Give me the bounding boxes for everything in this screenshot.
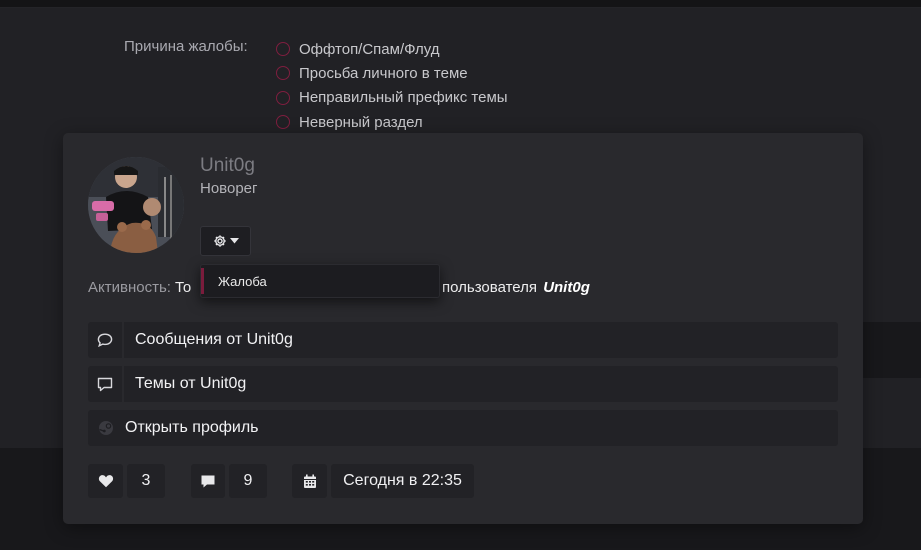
reason-option[interactable]: Оффтоп/Спам/Флуд: [276, 37, 508, 61]
report-reason-list: Оффтоп/Спам/Флуд Просьба личного в теме …: [276, 37, 508, 134]
heart-icon: [98, 475, 113, 488]
activity-label: Активность:: [88, 279, 171, 296]
reason-option[interactable]: Неправильный префикс темы: [276, 86, 508, 110]
reason-option-label: Просьба личного в теме: [299, 64, 468, 82]
last-seen-box: Сегодня в 22:35: [331, 464, 474, 498]
activity-user[interactable]: Unit0g: [543, 279, 590, 296]
radio-button[interactable]: [276, 42, 290, 57]
avatar[interactable]: [88, 157, 184, 253]
comment-filled-icon: [201, 475, 215, 487]
calendar-icon-box: [292, 464, 327, 498]
threads-link[interactable]: Темы от Unit0g: [88, 366, 838, 402]
radio-button[interactable]: [276, 115, 290, 130]
radio-button[interactable]: [276, 66, 290, 81]
steam-icon: [88, 410, 124, 446]
comment-icon: [88, 366, 124, 402]
member-tooltip-card: Unit0g Новорег Активность: То ль пользоват…: [63, 133, 863, 524]
likes-icon-box: [88, 464, 123, 498]
dropdown-accent: [201, 268, 204, 294]
messages-icon-box: [191, 464, 225, 498]
top-bar: [0, 0, 921, 8]
report-reason-label: Причина жалобы:: [124, 38, 248, 55]
radio-button[interactable]: [276, 90, 290, 105]
last-seen: Сегодня в 22:35: [343, 472, 462, 489]
reason-option-label: Неверный раздел: [299, 113, 423, 131]
likes-count: 3: [141, 472, 151, 489]
gear-icon: [213, 235, 226, 247]
messages-link[interactable]: Сообщения от Unit0g: [88, 322, 838, 358]
actions-dropdown-menu: Жалоба: [200, 264, 440, 298]
speech-bubble-icon: [88, 322, 124, 358]
calendar-icon: [303, 474, 316, 488]
caret-down-icon: [229, 238, 239, 244]
reason-option-label: Оффтоп/Спам/Флуд: [299, 40, 440, 58]
user-actions-button[interactable]: [200, 226, 251, 256]
messages-count-box: 9: [229, 464, 267, 498]
open-profile-label: Открыть профиль: [125, 419, 259, 436]
messages-link-label: Сообщения от Unit0g: [135, 331, 293, 348]
messages-count: 9: [243, 472, 253, 489]
reason-option-label: Неправильный префикс темы: [299, 89, 508, 107]
username[interactable]: Unit0g: [200, 155, 255, 177]
reason-option[interactable]: Неверный раздел: [276, 110, 508, 134]
likes-count-box: 3: [127, 464, 165, 498]
open-profile-link[interactable]: Открыть профиль: [88, 410, 838, 446]
user-title: Новорег: [200, 180, 258, 197]
report-menu-item[interactable]: Жалоба: [218, 274, 267, 289]
activity-value-prefix: То: [174, 279, 192, 296]
reason-option[interactable]: Просьба личного в теме: [276, 61, 508, 85]
threads-link-label: Темы от Unit0g: [135, 375, 247, 392]
